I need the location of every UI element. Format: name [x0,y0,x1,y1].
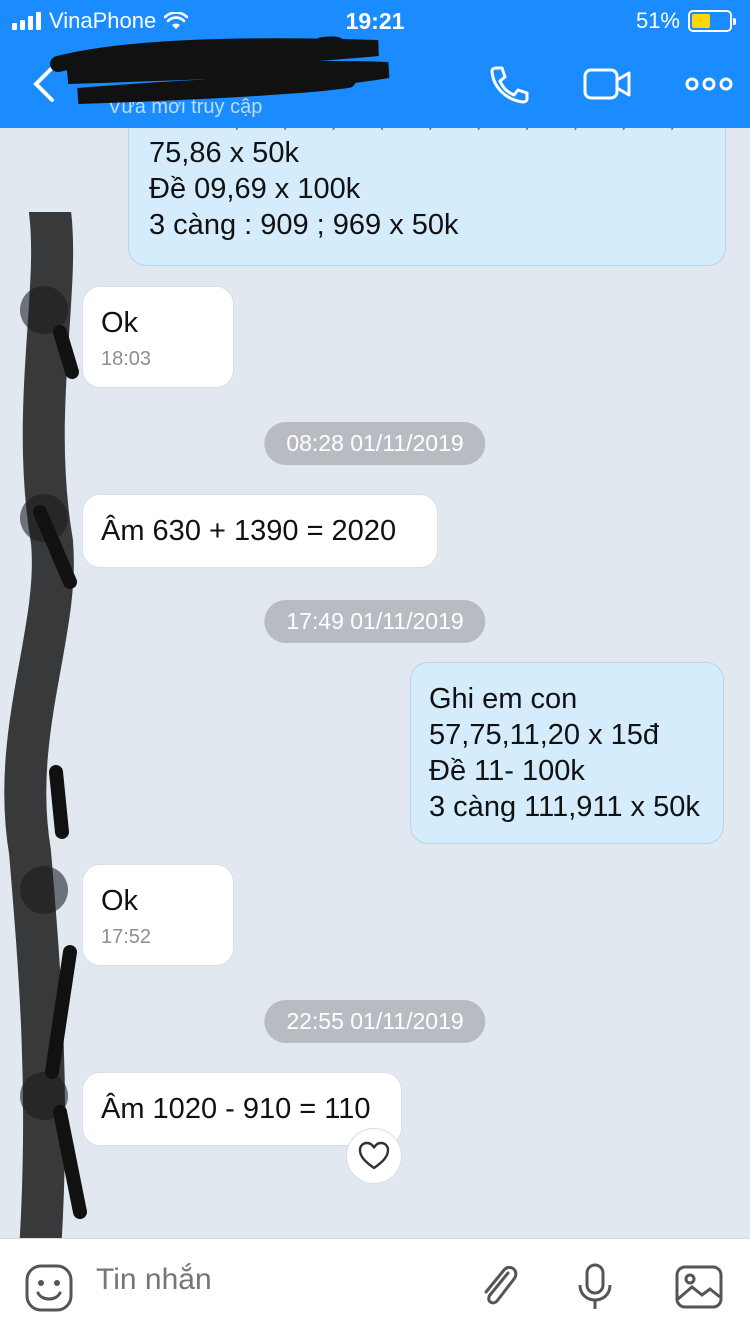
message-text: Ok [101,885,139,917]
date-separator: 22:55 01/11/2019 [264,1000,486,1043]
redacted-contact-name [50,36,390,104]
message-bubble-sent[interactable]: Ghi em con 57,75,11,20 x 15đ Đề 11- 100k… [410,662,724,844]
battery-percent: 51% [635,8,680,33]
message-time: 17:52 [101,926,152,948]
message-text: Ok [101,307,139,339]
message-bubble-received[interactable]: Ok 17:52 [82,864,234,966]
microphone-icon[interactable] [570,1261,620,1313]
date-separator: 17:49 01/11/2019 [264,600,486,643]
heart-icon [358,1141,390,1170]
battery-icon [688,10,736,32]
avatar[interactable] [20,866,68,914]
avatar[interactable] [20,286,68,334]
message-line: Ghi em con [429,683,578,715]
message-line: 3 càng : 909 ; 969 x 50k [149,209,459,241]
message-bubble-received[interactable]: Ok 18:03 [82,286,234,388]
more-icon[interactable] [684,62,734,106]
message-text: Âm 1020 - 910 = 110 [101,1093,371,1125]
avatar[interactable] [20,494,68,542]
message-bubble-sent[interactable]: X2: 30,57 ; 30,75 ; 30,30 ; 57,75 ; 57,3… [128,128,726,266]
message-line: 57,75,11,20 x 15đ [429,719,660,751]
message-text: Âm 630 + 1390 = 2020 [101,515,397,547]
react-heart-button[interactable] [346,1128,402,1184]
message-bubble-received[interactable]: Âm 630 + 1390 = 2020 [82,494,438,568]
chat-area[interactable]: X2: 30,57 ; 30,75 ; 30,30 ; 57,75 ; 57,3… [0,128,750,1238]
battery: 51% [635,8,736,34]
message-time: 18:03 [101,348,152,370]
attach-icon[interactable] [474,1261,524,1313]
date-separator: 08:28 01/11/2019 [264,422,486,465]
message-line: 3 càng 111,911 x 50k [429,791,700,823]
message-input-bar [0,1238,750,1334]
status-bar: VinaPhone 19:21 51% [0,0,750,40]
emoji-icon[interactable] [24,1263,74,1313]
message-line: 75,86 x 50k [149,137,299,169]
app-header: VinaPhone 19:21 51% Vừa mới truy cập [0,0,750,128]
message-input[interactable] [96,1263,396,1297]
message-line: Đề 11- 100k [429,755,585,787]
image-icon[interactable] [674,1261,724,1313]
video-icon[interactable] [582,62,632,106]
avatar[interactable] [20,1072,68,1120]
message-line: Đề 09,69 x 100k [149,173,361,205]
phone-icon[interactable] [484,62,534,106]
